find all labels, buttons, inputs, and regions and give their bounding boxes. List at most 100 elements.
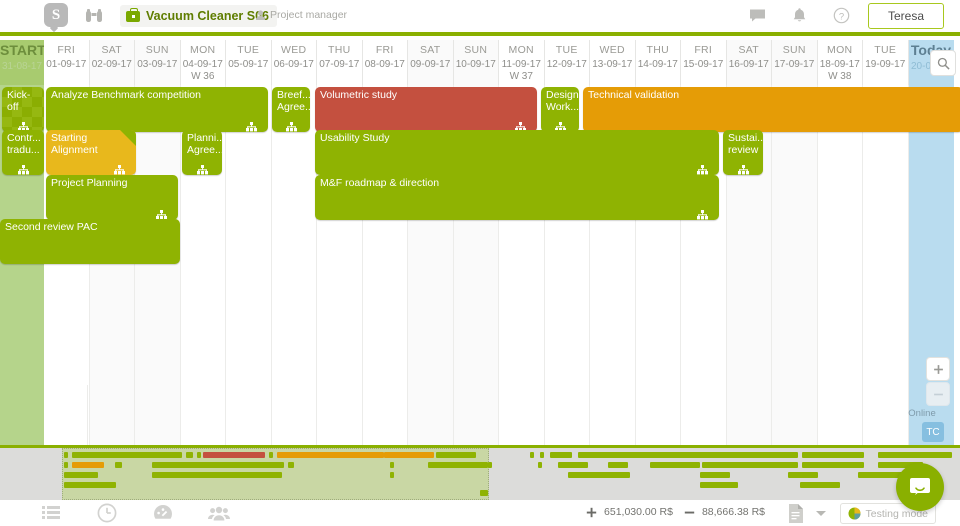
task-hierarchy-icon[interactable] bbox=[114, 162, 125, 175]
day-column-header-05-09-17[interactable]: TUE 05-09-17 bbox=[226, 40, 272, 89]
user-menu-button[interactable]: Teresa bbox=[868, 3, 944, 29]
day-column-header-11-09-17[interactable]: MON 11-09-17 W 37 bbox=[499, 40, 545, 89]
team-people-icon[interactable] bbox=[208, 502, 230, 524]
gantt-canvas[interactable]: Kick-off Analyze Benchmark competition Bre… bbox=[0, 85, 960, 445]
day-column-header-15-09-17[interactable]: FRI 15-09-17 bbox=[681, 40, 727, 89]
task-hierarchy-icon[interactable] bbox=[196, 162, 208, 175]
day-date: 18-09-17 bbox=[819, 59, 860, 70]
day-date bbox=[954, 44, 960, 47]
day-column-05-09-17[interactable] bbox=[226, 85, 272, 445]
task-hierarchy-icon[interactable] bbox=[17, 119, 29, 132]
day-column-header-12-09-17[interactable]: TUE 12-09-17 bbox=[544, 40, 590, 89]
next-day-column[interactable] bbox=[954, 85, 960, 445]
task-bar[interactable]: Design Work... bbox=[541, 87, 579, 132]
chat-bubble-icon bbox=[910, 478, 930, 495]
day-column-06-09-17[interactable] bbox=[272, 85, 317, 445]
online-user-avatar[interactable]: TC bbox=[922, 422, 944, 442]
day-column-header-01-09-17[interactable]: FRI 01-09-17 bbox=[44, 40, 90, 89]
day-column-header-14-09-17[interactable]: THU 14-09-17 bbox=[635, 40, 681, 89]
task-bar[interactable]: Analyze Benchmark competition bbox=[46, 87, 268, 132]
day-of-week: SUN bbox=[464, 44, 488, 56]
chat-bubble-button[interactable] bbox=[896, 463, 944, 511]
day-column-19-09-17[interactable] bbox=[863, 85, 909, 445]
day-of-week: FRI bbox=[57, 44, 76, 56]
minimap-task-bar bbox=[269, 452, 273, 458]
minimap-task-bar bbox=[390, 472, 394, 478]
minimap-task-bar bbox=[702, 462, 798, 468]
day-column-header-04-09-17[interactable]: MON 04-09-17 W 36 bbox=[180, 40, 226, 89]
day-column-header-13-09-17[interactable]: WED 13-09-17 bbox=[590, 40, 636, 89]
notifications-icon[interactable] bbox=[791, 7, 808, 24]
task-hierarchy-icon[interactable] bbox=[697, 207, 708, 220]
zoom-out-button[interactable] bbox=[926, 382, 950, 406]
budget-summary: 651,030.00 R$ 88,666.38 R$ bbox=[586, 506, 765, 518]
task-hierarchy-icon[interactable] bbox=[156, 207, 167, 220]
task-label: Design Work... bbox=[546, 89, 579, 113]
day-date: 19-09-17 bbox=[865, 59, 906, 70]
task-bar[interactable]: M&F roadmap & direction bbox=[315, 175, 719, 220]
day-date: 11-09-17 bbox=[501, 59, 541, 70]
task-hierarchy-icon[interactable] bbox=[554, 119, 566, 132]
day-column-header-19-09-17[interactable]: TUE 19-09-17 bbox=[863, 40, 909, 89]
list-view-icon[interactable] bbox=[40, 502, 62, 524]
day-column-header-07-09-17[interactable]: THU 07-09-17 bbox=[317, 40, 363, 89]
caret-down-icon[interactable] bbox=[816, 511, 826, 516]
day-column-18-09-17[interactable] bbox=[818, 85, 863, 445]
day-column-header-08-09-17[interactable]: FRI 08-09-17 bbox=[362, 40, 408, 89]
day-column-header-10-09-17[interactable]: SUN 10-09-17 bbox=[453, 40, 499, 89]
task-hierarchy-icon[interactable] bbox=[285, 119, 297, 132]
task-hierarchy-icon[interactable] bbox=[17, 162, 29, 175]
task-bar[interactable]: Starting Alignment bbox=[46, 130, 136, 175]
task-hierarchy-icon[interactable] bbox=[515, 119, 526, 132]
day-column-17-09-17[interactable] bbox=[772, 85, 818, 445]
minimap-task-bar bbox=[878, 452, 952, 458]
help-icon[interactable]: ? bbox=[833, 7, 850, 24]
day-column-header-06-09-17[interactable]: WED 06-09-17 bbox=[271, 40, 317, 89]
task-bar[interactable]: Sustai... review bbox=[723, 130, 763, 175]
document-icon[interactable] bbox=[787, 503, 805, 524]
day-of-week: SUN bbox=[145, 44, 169, 56]
task-bar[interactable]: Project Planning bbox=[46, 175, 178, 220]
binoculars-icon[interactable] bbox=[85, 8, 103, 24]
task-bar[interactable]: Second review PAC bbox=[0, 219, 180, 264]
timeline-minimap[interactable] bbox=[0, 445, 960, 500]
day-column-header-02-09-17[interactable]: SAT 02-09-17 bbox=[89, 40, 135, 89]
task-bar[interactable]: Contr... tradu... bbox=[2, 130, 44, 175]
start-column-header[interactable]: START 31-08-17 bbox=[0, 40, 46, 89]
task-bar[interactable]: Planni... Agree... bbox=[182, 130, 222, 175]
day-of-week: SUN bbox=[782, 44, 806, 56]
minimap-task-bar bbox=[788, 472, 818, 478]
minimap-task-bar bbox=[288, 462, 294, 468]
task-bar[interactable]: Technical validation bbox=[583, 87, 960, 132]
dashboard-gauge-icon[interactable] bbox=[152, 502, 174, 524]
task-label: Sustai... review bbox=[728, 132, 763, 156]
project-selector[interactable]: Vacuum Cleaner S06 bbox=[120, 5, 277, 27]
chat-icon[interactable] bbox=[749, 7, 766, 24]
day-of-week: START bbox=[0, 42, 46, 58]
day-column-header-09-09-17[interactable]: SAT 09-09-17 bbox=[408, 40, 454, 89]
task-hierarchy-icon[interactable] bbox=[737, 162, 749, 175]
task-label: Breef... Agree... bbox=[277, 89, 310, 113]
day-column-header-16-09-17[interactable]: SAT 16-09-17 bbox=[726, 40, 772, 89]
logo-letter: S bbox=[51, 7, 61, 23]
minimap-task-bar bbox=[700, 482, 738, 488]
task-bar[interactable]: Usability Study bbox=[315, 130, 719, 175]
task-hierarchy-icon[interactable] bbox=[246, 119, 257, 132]
task-bar[interactable]: Breef... Agree... bbox=[272, 87, 310, 132]
app-logo[interactable]: S bbox=[44, 3, 70, 29]
minimap-task-bar bbox=[578, 452, 798, 458]
day-column-header-18-09-17[interactable]: MON 18-09-17 W 38 bbox=[817, 40, 863, 89]
task-bar[interactable]: Volumetric study bbox=[315, 87, 537, 132]
task-hierarchy-icon[interactable] bbox=[697, 162, 708, 175]
minimap-task-bar bbox=[480, 490, 488, 496]
timesheet-clock-icon[interactable] bbox=[96, 502, 118, 524]
day-column-header-03-09-17[interactable]: SUN 03-09-17 bbox=[135, 40, 181, 89]
day-column-header-17-09-17[interactable]: SUN 17-09-17 bbox=[772, 40, 818, 89]
zoom-in-button[interactable] bbox=[926, 357, 950, 381]
day-date: 06-09-17 bbox=[273, 59, 314, 70]
day-column-03-09-17[interactable] bbox=[135, 85, 181, 445]
search-button[interactable] bbox=[930, 50, 956, 76]
bottom-nav bbox=[40, 502, 230, 524]
minimap-task-bar bbox=[568, 472, 630, 478]
task-bar[interactable]: Kick-off bbox=[2, 87, 44, 132]
